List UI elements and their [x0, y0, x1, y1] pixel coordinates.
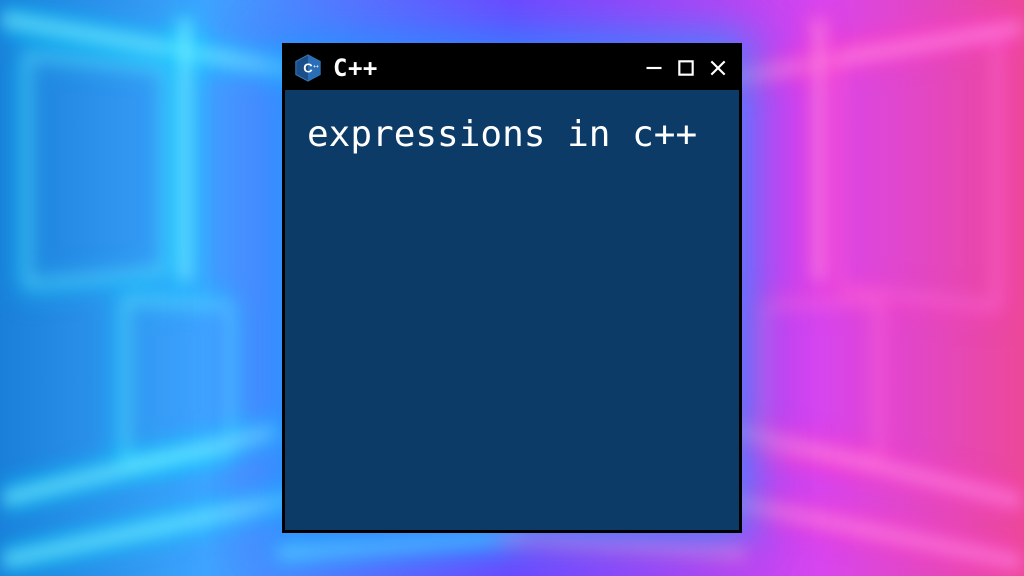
window-controls	[643, 57, 729, 79]
minimize-button[interactable]	[643, 57, 665, 79]
svg-text:+: +	[316, 64, 319, 69]
titlebar-left: C + + C++	[293, 53, 633, 83]
terminal-window: C + + C++ expressions in c++	[282, 43, 742, 533]
maximize-button[interactable]	[675, 57, 697, 79]
minimize-icon	[644, 58, 664, 78]
window-content: expressions in c++	[285, 90, 739, 530]
window-title: C++	[333, 54, 378, 82]
maximize-icon	[676, 58, 696, 78]
titlebar[interactable]: C + + C++	[285, 46, 739, 90]
close-icon	[708, 58, 728, 78]
svg-text:C: C	[303, 61, 313, 76]
close-button[interactable]	[707, 57, 729, 79]
cpp-logo-icon: C + +	[293, 53, 323, 83]
